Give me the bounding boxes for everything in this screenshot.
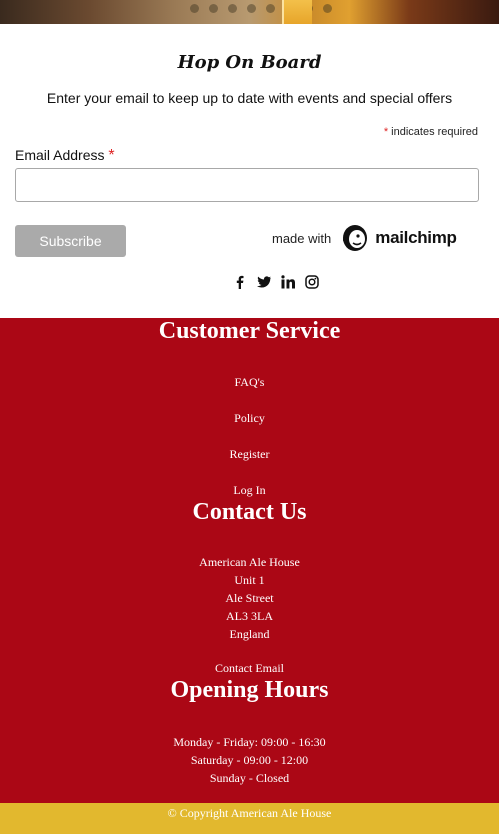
address-line: Ale Street [225, 591, 274, 605]
address-line: Unit 1 [234, 573, 265, 587]
required-note: * indicates required [384, 126, 478, 138]
opening-hours-title: Opening Hours [170, 677, 329, 703]
email-required-star: * [108, 147, 115, 164]
subscribe-button[interactable]: Subscribe [15, 225, 126, 257]
register-link[interactable]: Register [0, 447, 499, 462]
social-links [233, 275, 319, 289]
hours-line: Monday - Friday: 09:00 - 16:30 [173, 735, 326, 749]
twitter-icon[interactable] [257, 275, 271, 289]
hours-line: Saturday - 09:00 - 12:00 [190, 753, 309, 767]
faq-link[interactable]: FAQ's [0, 375, 499, 390]
address-line: American Ale House [199, 555, 300, 569]
required-star: * [383, 126, 389, 138]
address-line: England [229, 627, 270, 641]
facebook-icon[interactable] [233, 275, 247, 289]
instagram-icon[interactable] [305, 275, 319, 289]
site-footer: Customer Service FAQ's Policy Register L… [0, 318, 499, 803]
copyright-bar: © Copyright American Ale House [0, 803, 499, 834]
contact-email-link[interactable]: Contact Email [0, 661, 499, 676]
email-label-text: Email Address [15, 147, 105, 163]
signup-title: Hop On Board [177, 52, 322, 73]
policy-link[interactable]: Policy [0, 411, 499, 426]
address-line: AL3 3LA [226, 609, 273, 623]
linkedin-icon[interactable] [281, 275, 295, 289]
email-field[interactable] [15, 168, 479, 202]
mailchimp-badge[interactable]: made with mailchimp [272, 221, 457, 255]
signup-subtitle: Enter your email to keep up to date with… [46, 90, 453, 106]
newsletter-signup: Hop On Board Enter your email to keep up… [0, 24, 499, 318]
copyright-text: © Copyright American Ale House [167, 806, 332, 820]
hero-image-strip [0, 0, 499, 24]
beer-glass-image [282, 0, 312, 24]
mailchimp-wordmark: mailchimp [375, 228, 457, 247]
email-label: Email Address * [15, 147, 115, 165]
contact-us-title: Contact Us [192, 499, 307, 525]
made-with-text: made with [272, 230, 332, 246]
login-link[interactable]: Log In [0, 483, 499, 498]
required-note-text: indicates required [391, 126, 478, 138]
mailchimp-logo-icon [343, 225, 368, 251]
hours-line: Sunday - Closed [209, 771, 290, 785]
customer-service-title: Customer Service [158, 318, 341, 344]
